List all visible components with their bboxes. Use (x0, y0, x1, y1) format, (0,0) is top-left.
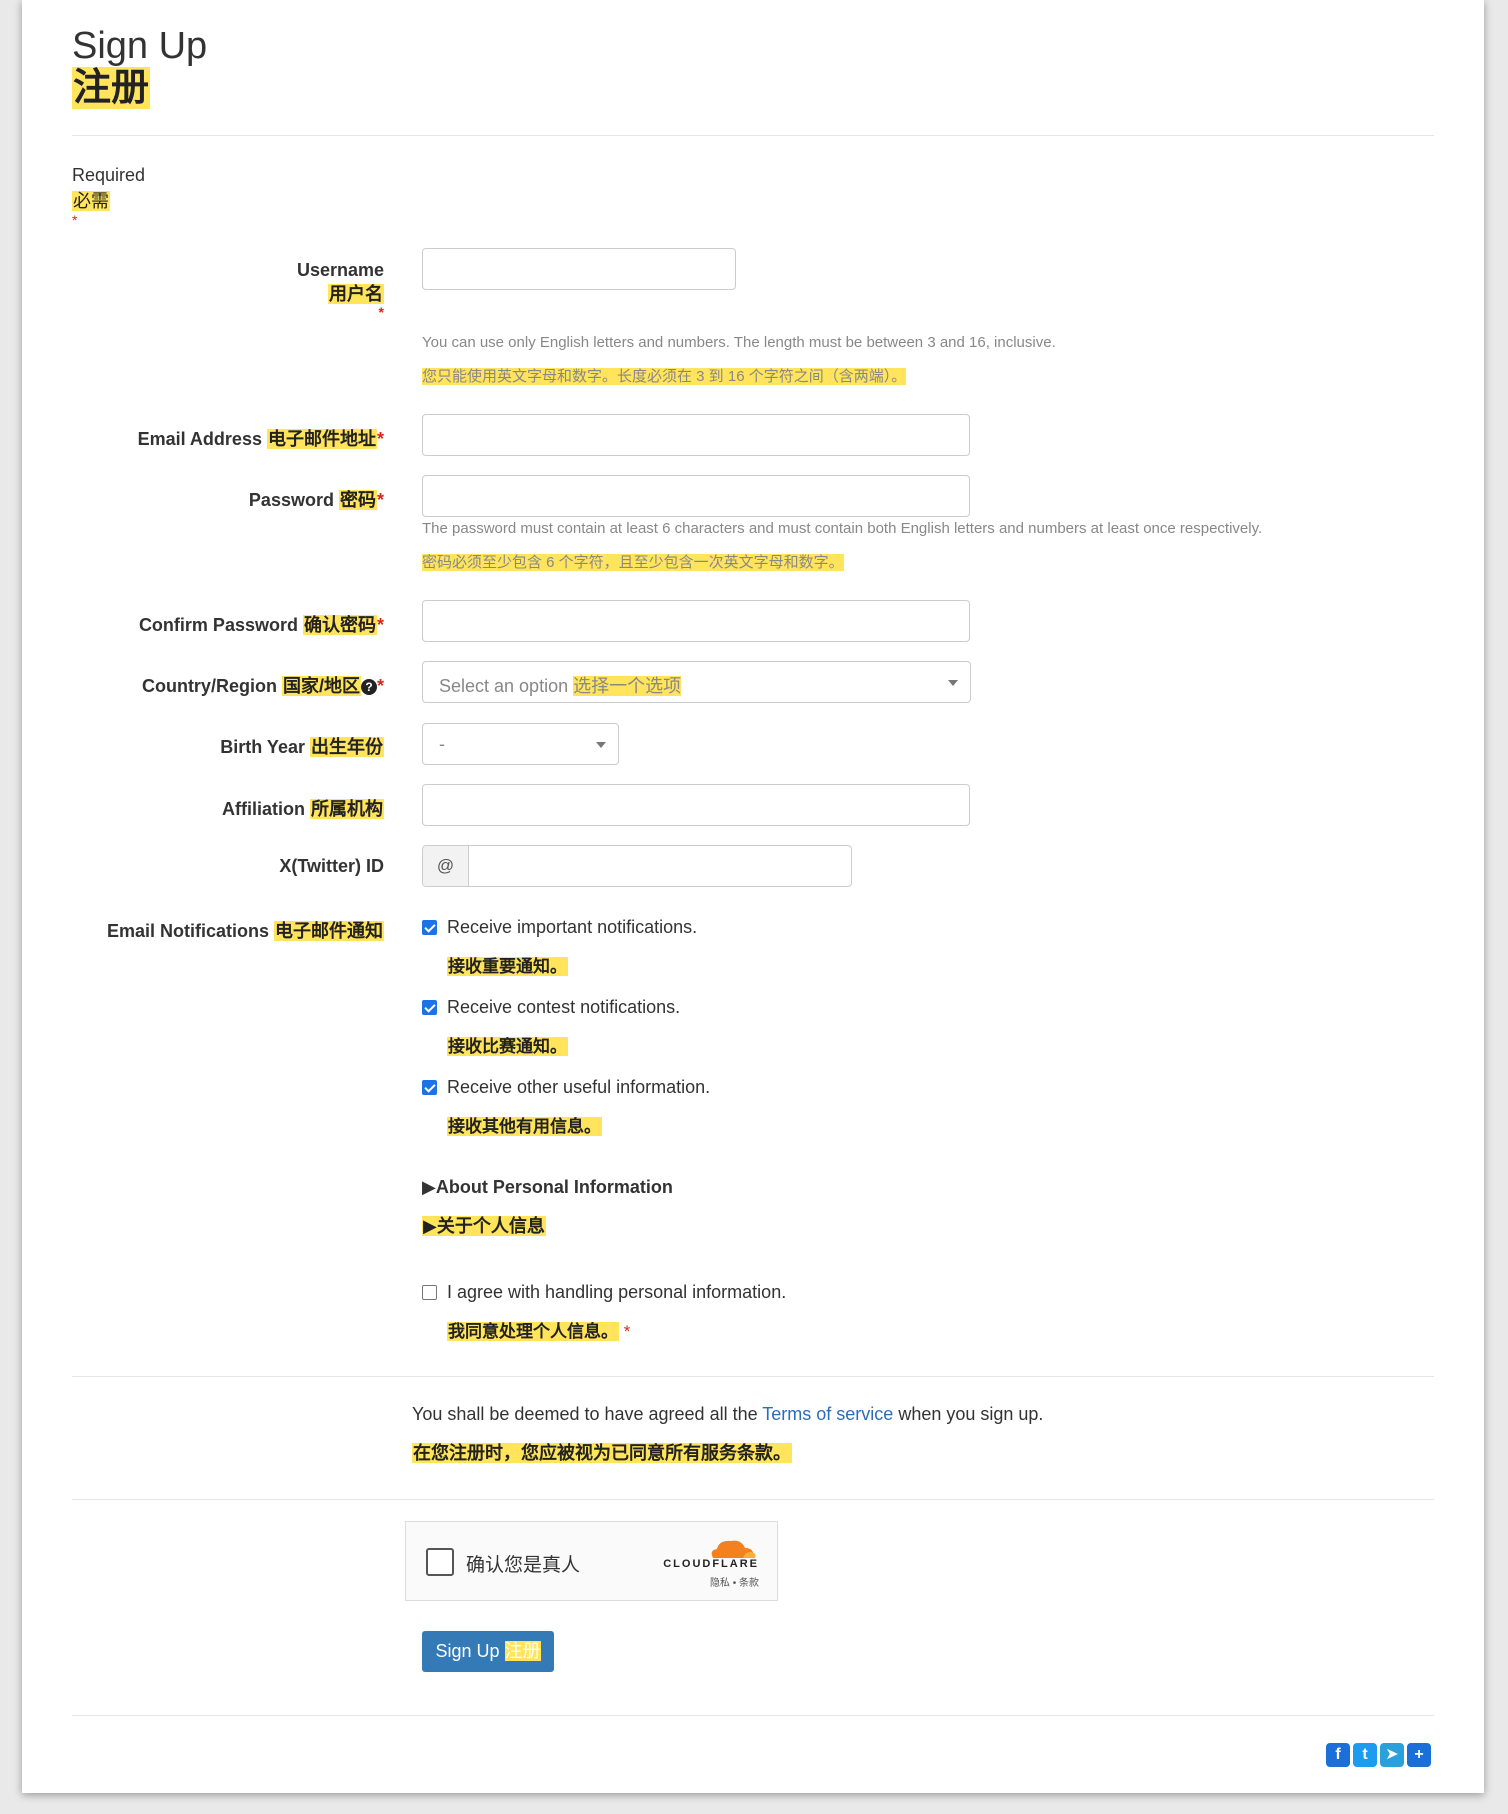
birth-year-select[interactable]: - (422, 723, 619, 765)
captcha-label: 确认您是真人 (466, 1555, 581, 1576)
important-notifications-label: Receive important notifications. (447, 917, 698, 937)
username-input[interactable] (422, 248, 736, 290)
affiliation-label: Affiliation 所属机构 (221, 799, 384, 819)
useful-info-label: Receive other useful information. (447, 1077, 711, 1097)
country-select-placeholder: Select an option 选择一个选项 (439, 676, 682, 696)
required-legend: Required 必需 * (72, 165, 146, 228)
twitter-input[interactable] (470, 846, 854, 888)
share-plus-icon[interactable]: + (1407, 1743, 1431, 1767)
divider (72, 1715, 1434, 1716)
telegram-icon[interactable]: ➤ (1380, 1743, 1404, 1767)
personal-info-toggle[interactable]: ▶About Personal Information (422, 1177, 673, 1198)
divider (72, 1376, 1434, 1377)
chevron-down-icon (948, 680, 958, 686)
agree-label: I agree with handling personal informati… (447, 1282, 787, 1302)
notifications-label: Email Notifications 电子邮件通知 (106, 921, 384, 941)
chevron-down-icon (596, 742, 606, 748)
username-label: Username 用户名 * (296, 260, 384, 320)
signup-page: Sign Up 注册 Required 必需 * Username 用户名 * … (22, 0, 1484, 1793)
birth-year-value: - (439, 734, 445, 754)
page-title: Sign Up (72, 25, 208, 67)
country-label: Country/Region 国家/地区? * (141, 676, 384, 696)
cloudflare-captcha: 确认您是真人 CLOUDFLARE 隐私 • 条款 (405, 1521, 778, 1601)
contest-notifications-label: Receive contest notifications. (447, 997, 681, 1017)
username-help: You can use only English letters and num… (422, 334, 1056, 351)
captcha-checkbox[interactable] (426, 1548, 454, 1576)
cloudflare-brand: CLOUDFLARE (663, 1558, 759, 1570)
password-help-cn: 密码必须至少包含 6 个字符，且至少包含一次英文字母和数字。 (422, 554, 844, 571)
affiliation-input[interactable] (422, 784, 970, 826)
terms-notice-cn: 在您注册时，您应被视为已同意所有服务条款。 (412, 1443, 792, 1463)
twitter-input-group: @ (422, 845, 854, 888)
facebook-icon[interactable]: f (1326, 1743, 1350, 1767)
captcha-links[interactable]: 隐私 • 条款 (710, 1574, 759, 1589)
personal-info-toggle-cn[interactable]: ▶关于个人信息 (422, 1212, 546, 1238)
username-help-cn: 您只能使用英文字母和数字。长度必须在 3 到 16 个字符之间（含两端）。 (422, 368, 907, 385)
password-input[interactable] (422, 475, 970, 517)
sign-up-button[interactable]: Sign Up 注册 (422, 1631, 554, 1672)
confirm-password-input[interactable] (422, 600, 970, 642)
terms-notice: You shall be deemed to have agreed all t… (412, 1404, 1044, 1424)
useful-info-label-cn: 接收其他有用信息。 (447, 1117, 602, 1136)
at-addon: @ (423, 846, 469, 886)
important-notifications-label-cn: 接收重要通知。 (447, 957, 568, 976)
agree-checkbox[interactable] (422, 1285, 437, 1300)
important-notifications-checkbox[interactable] (422, 920, 437, 935)
birth-year-label: Birth Year 出生年份 (220, 737, 384, 757)
terms-of-service-link[interactable]: Terms of service (762, 1404, 893, 1424)
email-input[interactable] (422, 414, 970, 456)
password-label: Password 密码* (248, 490, 384, 510)
question-circle-icon[interactable]: ? (360, 679, 377, 695)
password-help: The password must contain at least 6 cha… (422, 520, 1263, 537)
twitter-icon[interactable]: t (1353, 1743, 1377, 1767)
email-label: Email Address 电子邮件地址* (137, 429, 384, 449)
divider (72, 1499, 1434, 1500)
divider (72, 135, 1434, 136)
page-title-cn: 注册 (72, 67, 151, 109)
twitter-label: X(Twitter) ID (279, 856, 384, 876)
agree-label-cn: 我同意处理个人信息。 * (447, 1322, 631, 1341)
country-select[interactable]: Select an option 选择一个选项 (422, 661, 971, 703)
contest-notifications-label-cn: 接收比赛通知。 (447, 1037, 568, 1056)
contest-notifications-checkbox[interactable] (422, 1000, 437, 1015)
confirm-password-label: Confirm Password 确认密码* (138, 615, 384, 635)
useful-info-checkbox[interactable] (422, 1080, 437, 1095)
